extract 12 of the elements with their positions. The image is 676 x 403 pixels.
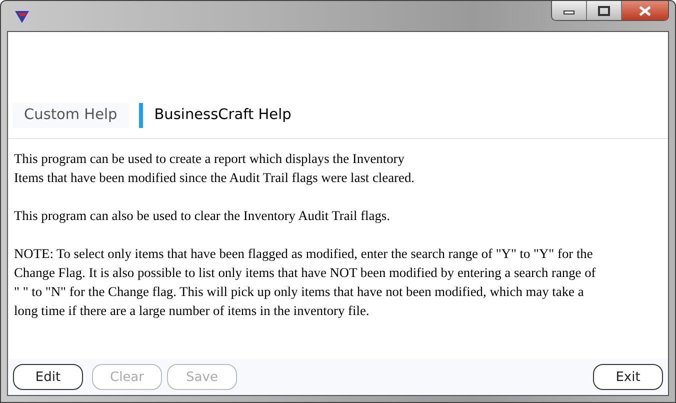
help-paragraph: This program can also be used to clear the Inventory Audit Trail flags.	[14, 207, 391, 225]
action-button[interactable]: Exit	[593, 364, 663, 390]
close-button[interactable]	[622, 1, 668, 20]
help-paragraph: NOTE: To select only items that have been flagged as modified, enter the search range of "Y" to "Y" for the Change Flag. It is also possible to list only items that have NOT been modified by entering a search range of " " to "N" for the Change flag. This will pick up only items that have not been modified, which may take a long time if there are a large number of items in the inventory file.	[14, 245, 597, 320]
close-icon	[639, 6, 651, 16]
maximize-button[interactable]	[587, 1, 622, 20]
maximize-icon	[598, 6, 610, 16]
help-paragraph: This program can be used to create a report which displays the Inventory Items that have been modified since the Audit Trail flags were last cleared.	[14, 150, 416, 187]
action-button[interactable]: Edit	[13, 364, 83, 390]
tab[interactable]: Custom Help	[12, 103, 130, 128]
logo-icon	[14, 10, 30, 24]
minimize-button[interactable]	[552, 1, 587, 20]
